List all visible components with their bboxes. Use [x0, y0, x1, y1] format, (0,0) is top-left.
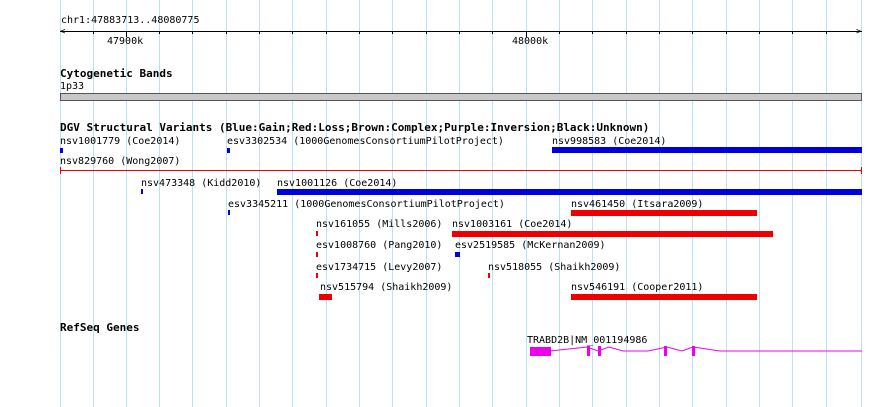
- variant-label: nsv161055 (Mills2006): [316, 219, 443, 230]
- grid-line: [226, 0, 227, 407]
- grid-line: [192, 0, 193, 407]
- ruler-minor-tick: [192, 31, 193, 34]
- ruler-left-arrow: <: [60, 27, 66, 37]
- variant-label: nsv473348 (Kidd2010): [141, 178, 262, 189]
- variant-label: nsv515794 (Shaikh2009): [320, 282, 453, 293]
- ruler-tick-label: 48000k: [512, 36, 549, 47]
- variant-loss-bar[interactable]: [488, 273, 490, 278]
- variant-label: nsv1001779 (Coe2014): [60, 136, 181, 147]
- dgv-track-title[interactable]: DGV Structural Variants (Blue:Gain;Red:L…: [60, 122, 649, 134]
- ruler-minor-tick: [159, 31, 160, 34]
- grid-line: [60, 0, 61, 407]
- variant-label: nsv518055 (Shaikh2009): [488, 262, 621, 273]
- variant-loss-bar[interactable]: [571, 294, 757, 300]
- variant-label: nsv829760 (Wong2007): [60, 156, 181, 167]
- variant-label: esv2519585 (McKernan2009): [455, 240, 606, 251]
- ruler-minor-tick: [792, 31, 793, 34]
- variant-label: nsv998583 (Coe2014): [552, 136, 667, 147]
- ruler-minor-tick: [359, 31, 360, 34]
- cytoband-label: 1p33: [60, 81, 85, 92]
- ruler-minor-tick: [826, 31, 827, 34]
- ruler-minor-tick: [292, 31, 293, 34]
- ruler-minor-tick: [492, 31, 493, 34]
- ruler-range-label: chr1:47883713..48080775: [61, 15, 200, 26]
- exon: [664, 346, 667, 356]
- ruler-axis: [60, 31, 862, 32]
- cytoband-bar[interactable]: [60, 93, 862, 101]
- ruler-minor-tick: [726, 31, 727, 34]
- variant-label: esv3345211 (1000GenomesConsortiumPilotPr…: [228, 199, 505, 210]
- variant-loss-bar[interactable]: [316, 252, 318, 257]
- variant-loss-line[interactable]: [60, 170, 862, 171]
- exon: [587, 346, 590, 356]
- variant-gain-bar[interactable]: [60, 148, 63, 153]
- cytoband-track-title[interactable]: Cytogenetic Bands: [60, 68, 173, 80]
- variant-label: esv3302534 (1000GenomesConsortiumPilotPr…: [227, 136, 504, 147]
- ruler-minor-tick: [93, 31, 94, 34]
- ruler-minor-tick: [226, 31, 227, 34]
- variant-label: nsv1003161 (Coe2014): [452, 219, 573, 230]
- ruler-minor-tick: [592, 31, 593, 34]
- ruler-minor-tick: [459, 31, 460, 34]
- variant-loss-bar[interactable]: [319, 294, 332, 300]
- ruler-minor-tick: [626, 31, 627, 34]
- variant-gain-bar[interactable]: [227, 148, 230, 153]
- variant-gain-bar[interactable]: [552, 147, 862, 153]
- variant-gain-bar[interactable]: [455, 252, 460, 257]
- variant-label: esv1734715 (Levy2007): [316, 262, 443, 273]
- ruler-minor-tick: [426, 31, 427, 34]
- variant-label: nsv546191 (Cooper2011): [571, 282, 704, 293]
- gene-model[interactable]: [530, 342, 862, 360]
- variant-label: esv1008760 (Pang2010): [316, 240, 443, 251]
- variant-label: nsv461450 (Itsara2009): [571, 199, 704, 210]
- ruler-minor-tick: [692, 31, 693, 34]
- ruler-minor-tick: [326, 31, 327, 34]
- grid-line: [126, 0, 127, 407]
- refseq-track-title[interactable]: RefSeq Genes: [60, 322, 139, 334]
- variant-loss-bar[interactable]: [316, 273, 318, 278]
- ruler-minor-tick: [392, 31, 393, 34]
- intron-line: [549, 346, 862, 352]
- variant-label: nsv1001126 (Coe2014): [277, 178, 398, 189]
- variant-gain-bar[interactable]: [228, 210, 230, 215]
- variant-loss-end-cap: [861, 167, 862, 174]
- variant-loss-bar[interactable]: [452, 231, 773, 237]
- ruler-minor-tick: [559, 31, 560, 34]
- ruler-minor-tick: [659, 31, 660, 34]
- ruler-tick-label: 47900k: [107, 36, 144, 47]
- exon: [530, 347, 551, 356]
- ruler-right-arrow: >: [856, 27, 862, 37]
- ruler-minor-tick: [759, 31, 760, 34]
- genome-browser-view: chr1:47883713..48080775 < > 47900k 48000…: [0, 0, 890, 407]
- variant-loss-bar[interactable]: [571, 210, 757, 216]
- variant-loss-bar[interactable]: [316, 231, 318, 236]
- variant-gain-bar[interactable]: [277, 189, 862, 195]
- variant-gain-bar[interactable]: [141, 189, 143, 194]
- grid-line: [93, 0, 94, 407]
- exon: [692, 346, 695, 356]
- variant-loss-end-cap: [60, 167, 61, 174]
- ruler-minor-tick: [259, 31, 260, 34]
- exon: [598, 346, 601, 356]
- grid-line: [159, 0, 160, 407]
